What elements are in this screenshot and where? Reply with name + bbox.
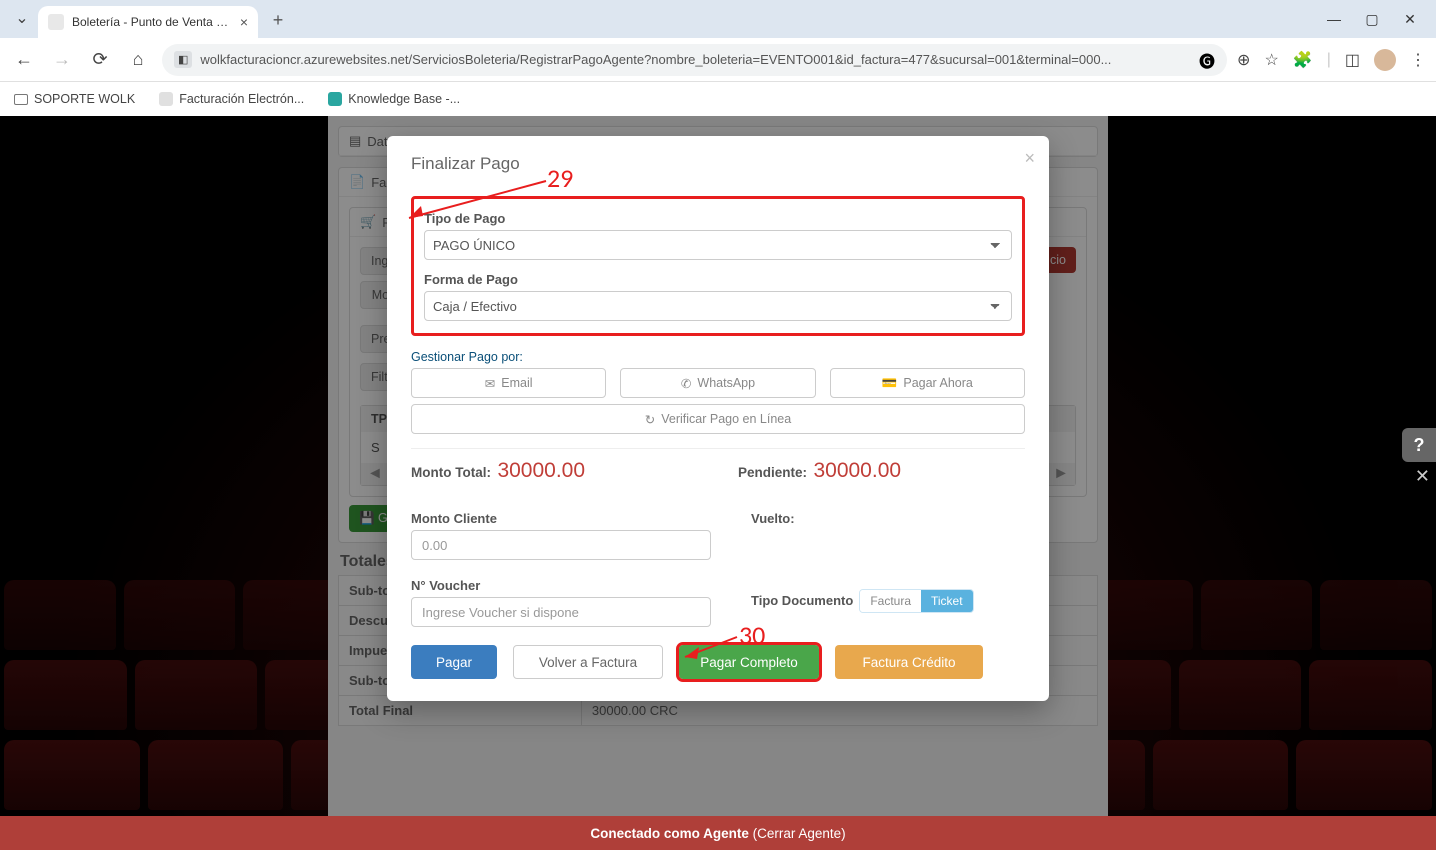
window-maximize-button[interactable]: ▢ <box>1362 11 1382 28</box>
tabs-dropdown[interactable]: ⌄ <box>10 6 34 30</box>
help-fab-button[interactable]: ? <box>1402 428 1436 462</box>
voucher-input[interactable] <box>411 597 711 627</box>
agent-status-bar: Conectado como Agente (Cerrar Agente) <box>0 816 1436 850</box>
pagar-button[interactable]: Pagar <box>411 645 497 679</box>
back-button[interactable]: ← <box>10 46 38 74</box>
browser-titlebar: ⌄ Boletería - Punto de Venta Wolk × + — … <box>0 0 1436 38</box>
pagar-ahora-button[interactable]: 💳 Pagar Ahora <box>830 368 1025 398</box>
monto-cliente-label: Monto Cliente <box>411 511 711 526</box>
verificar-pago-button[interactable]: ↻ Verificar Pago en Línea <box>411 404 1025 434</box>
modal-title: Finalizar Pago <box>411 154 1025 174</box>
vuelto-label: Vuelto: <box>751 511 1025 526</box>
cerrar-agente-link[interactable]: (Cerrar Agente) <box>753 826 846 841</box>
bookmark-soporte-wolk[interactable]: SOPORTE WOLK <box>14 92 135 106</box>
bookmark-knowledge-base[interactable]: Knowledge Base -... <box>328 92 460 106</box>
tab-title: Boletería - Punto de Venta Wolk <box>72 15 232 29</box>
toggle-factura[interactable]: Factura <box>860 590 921 612</box>
monto-total-label: Monto Total: <box>411 465 491 480</box>
translate-icon[interactable]: 🅖 <box>1199 48 1215 72</box>
reload-button[interactable]: ⟳ <box>86 46 114 74</box>
forward-button[interactable]: → <box>48 46 76 74</box>
reading-list-icon[interactable]: ◫ <box>1345 50 1360 70</box>
folder-icon <box>14 94 28 105</box>
bookmark-favicon <box>328 92 342 106</box>
factura-credito-button[interactable]: Factura Crédito <box>835 645 983 679</box>
bookmarks-bar: SOPORTE WOLK Facturación Electrón... Kno… <box>0 82 1436 116</box>
finalizar-pago-modal: × Finalizar Pago Tipo de Pago PAGO ÚNICO… <box>387 136 1049 701</box>
modal-close-button[interactable]: × <box>1024 148 1035 169</box>
site-info-icon[interactable]: ◧ <box>174 51 192 68</box>
gestionar-pago-label: Gestionar Pago por: <box>411 350 1025 364</box>
window-minimize-button[interactable]: — <box>1324 11 1344 28</box>
address-bar[interactable]: ◧ wolkfacturacioncr.azurewebsites.net/Se… <box>162 44 1227 76</box>
monto-total-value: 30000.00 <box>497 459 585 482</box>
annotation-box-29: Tipo de Pago PAGO ÚNICO Forma de Pago Ca… <box>411 196 1025 336</box>
forma-pago-select[interactable]: Caja / Efectivo <box>424 291 1012 321</box>
tipo-pago-label: Tipo de Pago <box>424 211 1012 226</box>
pendiente-label: Pendiente: <box>738 465 807 480</box>
bookmark-star-icon[interactable]: ☆ <box>1264 50 1278 70</box>
browser-tab[interactable]: Boletería - Punto de Venta Wolk × <box>38 6 258 38</box>
tab-favicon <box>48 14 64 30</box>
home-button[interactable]: ⌂ <box>124 46 152 74</box>
annotation-30-label: 30 <box>739 619 765 651</box>
tab-close-icon[interactable]: × <box>240 14 248 30</box>
voucher-label: N° Voucher <box>411 578 711 593</box>
tipo-documento-toggle[interactable]: Factura Ticket <box>859 589 973 613</box>
kebab-menu-icon[interactable]: ⋮ <box>1410 50 1426 70</box>
url-text: wolkfacturacioncr.azurewebsites.net/Serv… <box>200 52 1191 67</box>
browser-toolbar: ← → ⟳ ⌂ ◧ wolkfacturacioncr.azurewebsite… <box>0 38 1436 82</box>
new-tab-button[interactable]: + <box>264 6 292 34</box>
email-button[interactable]: ✉ Email <box>411 368 606 398</box>
forma-pago-label: Forma de Pago <box>424 272 1012 287</box>
monto-cliente-input[interactable] <box>411 530 711 560</box>
toggle-ticket[interactable]: Ticket <box>921 590 973 612</box>
bookmark-favicon <box>159 92 173 106</box>
page-viewport: ▤ Datos 📄 Factura 🛒 Prod Ingre Modi cio <box>0 116 1436 850</box>
extensions-icon[interactable]: 🧩 <box>1293 50 1313 70</box>
dismiss-help-button[interactable]: ✕ <box>1415 466 1430 487</box>
annotation-29-label: 29 <box>547 162 573 194</box>
whatsapp-button[interactable]: ✆ WhatsApp <box>620 368 815 398</box>
profile-avatar[interactable] <box>1374 49 1396 71</box>
divider <box>411 448 1025 449</box>
bookmark-facturacion[interactable]: Facturación Electrón... <box>159 92 304 106</box>
tipo-documento-label: Tipo Documento <box>751 593 853 608</box>
window-close-button[interactable]: ✕ <box>1400 11 1420 28</box>
tipo-pago-select[interactable]: PAGO ÚNICO <box>424 230 1012 260</box>
volver-factura-button[interactable]: Volver a Factura <box>513 645 663 679</box>
zoom-icon[interactable]: ⊕ <box>1237 50 1250 70</box>
pendiente-value: 30000.00 <box>813 459 901 482</box>
